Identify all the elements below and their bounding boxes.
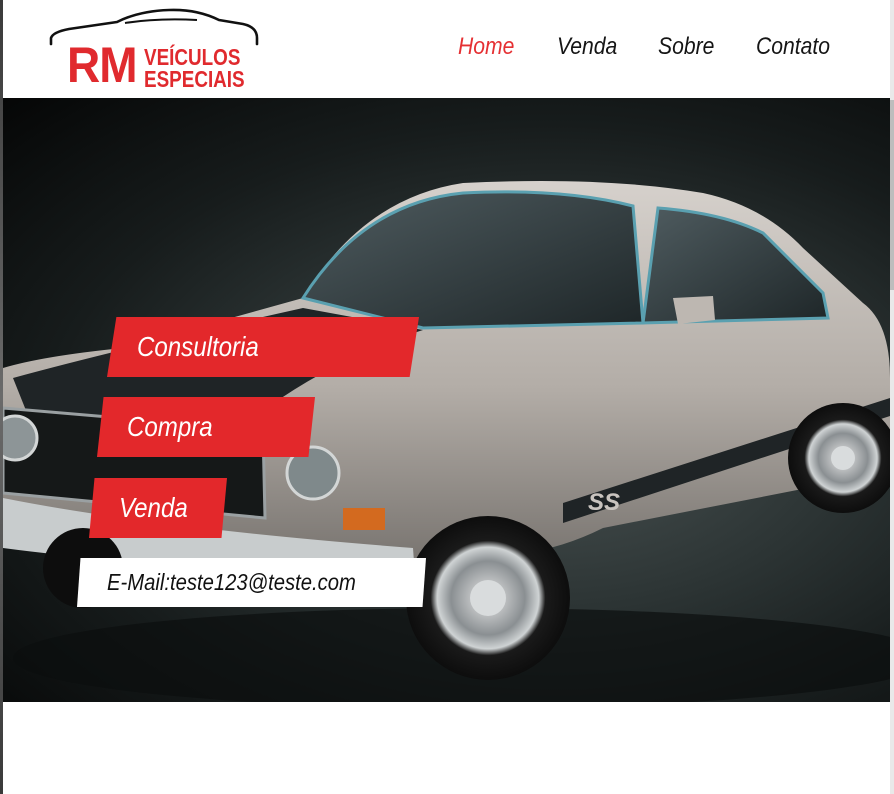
tag-consultoria[interactable]: Consultoria [107, 317, 419, 377]
vertical-scrollbar[interactable] [890, 0, 894, 794]
nav-link-home[interactable]: Home [458, 30, 514, 64]
contact-email-text: E-Mail:teste123@teste.com [107, 569, 356, 595]
scrollbar-thumb[interactable] [890, 100, 894, 290]
logo-veiculos-text: VEÍCULOS [144, 44, 241, 70]
tag-compra[interactable]: Compra [97, 397, 315, 457]
svg-text:SS: SS [588, 489, 620, 516]
contact-email-box[interactable]: E-Mail:teste123@teste.com [77, 558, 426, 607]
logo-rm-text: RM [67, 37, 138, 93]
nav-link-contato[interactable]: Contato [756, 30, 830, 64]
nav-link-sobre[interactable]: Sobre [658, 30, 714, 64]
tag-consultoria-label: Consultoria [137, 331, 259, 362]
hero-banner: SS Consultoria Compra Venda E-Mail:teste… [3, 98, 890, 702]
tag-venda[interactable]: Venda [89, 478, 227, 538]
site-logo[interactable]: RM VEÍCULOS ESPECIAIS [47, 8, 261, 96]
nav-link-venda[interactable]: Venda [557, 30, 617, 64]
site-header: RM VEÍCULOS ESPECIAIS Home Venda Sobre C… [3, 0, 890, 98]
tag-compra-label: Compra [127, 411, 213, 442]
logo-especiais-text: ESPECIAIS [144, 66, 245, 92]
tag-venda-label: Venda [119, 492, 188, 523]
